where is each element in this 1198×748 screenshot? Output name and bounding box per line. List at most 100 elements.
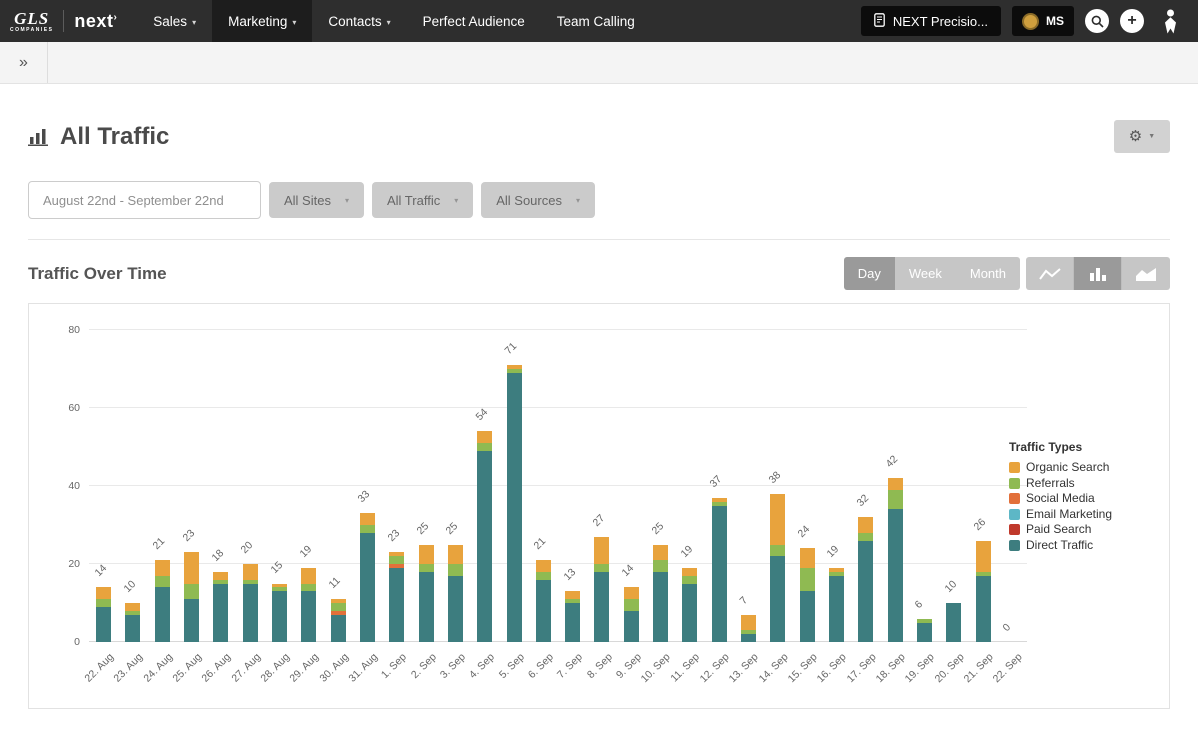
gls-companies-logo[interactable]: GLS COMPANIES (10, 10, 53, 33)
segment-direct-traffic (976, 576, 991, 642)
segment-organic-search (888, 478, 903, 490)
bar-2-sep[interactable] (419, 545, 434, 642)
bar-16-sep[interactable] (829, 568, 844, 642)
bar-29-aug[interactable] (301, 568, 316, 642)
nav-item-contacts[interactable]: Contacts▾ (312, 0, 406, 42)
nav-item-sales[interactable]: Sales▾ (137, 0, 212, 42)
next-logo[interactable]: next› (74, 11, 117, 32)
bar-10-sep[interactable] (653, 545, 668, 642)
segment-direct-traffic (477, 451, 492, 642)
settings-button[interactable]: ⚙ ▼ (1114, 120, 1170, 153)
bar-31-aug[interactable] (360, 513, 375, 642)
bar-27-aug[interactable] (243, 564, 258, 642)
account-button[interactable]: NEXT Precisio... (861, 6, 1001, 36)
legend-item-direct-traffic[interactable]: Direct Traffic (1009, 538, 1159, 554)
bar-slot: 1130. Aug (324, 330, 353, 642)
bar-28-aug[interactable] (272, 584, 287, 642)
bar-9-sep[interactable] (624, 587, 639, 642)
segment-direct-traffic (888, 509, 903, 642)
bar-24-aug[interactable] (155, 560, 170, 642)
bar-25-aug[interactable] (184, 552, 199, 642)
segment-organic-search (858, 517, 873, 533)
bar-19-sep[interactable] (917, 619, 932, 642)
rocketman-icon[interactable] (1159, 8, 1182, 35)
bar-23-aug[interactable] (125, 603, 140, 642)
bar-14-sep[interactable] (770, 494, 785, 642)
view-button-day[interactable]: Day (844, 257, 895, 290)
segment-direct-traffic (565, 603, 580, 642)
bar-6-sep[interactable] (536, 560, 551, 642)
y-axis-label: 60 (68, 402, 80, 414)
nav-item-marketing[interactable]: Marketing▾ (212, 0, 312, 42)
bar-18-sep[interactable] (888, 478, 903, 642)
legend-item-social-media[interactable]: Social Media (1009, 491, 1159, 507)
bar-slot: 1826. Aug (206, 330, 235, 642)
bar-21-sep[interactable] (976, 541, 991, 642)
bar-11-sep[interactable] (682, 568, 697, 642)
x-axis-label: 2. Sep (409, 651, 439, 681)
bar-slot: 1916. Sep (822, 330, 851, 642)
legend-item-email-marketing[interactable]: Email Marketing (1009, 507, 1159, 523)
filter-dropdown-all-sites[interactable]: All Sites▾ (269, 182, 364, 218)
bar-17-sep[interactable] (858, 517, 873, 642)
secondary-toolbar: » (0, 42, 1198, 84)
view-button-week[interactable]: Week (895, 257, 956, 290)
nav-right: NEXT Precisio... MS + (861, 0, 1198, 42)
nav-menu: Sales▾Marketing▾Contacts▾Perfect Audienc… (137, 0, 651, 42)
user-badge[interactable]: MS (1012, 6, 1074, 36)
chart-controls: DayWeekMonth (844, 257, 1170, 290)
bar-total-label: 23 (385, 528, 402, 545)
chart-type-area-button[interactable] (1122, 257, 1170, 290)
segment-direct-traffic (448, 576, 463, 642)
bar-total-label: 25 (444, 520, 461, 537)
date-range-input[interactable] (28, 181, 261, 219)
segment-organic-search (536, 560, 551, 572)
bar-20-sep[interactable] (946, 603, 961, 642)
x-axis-label: 30. Aug (317, 651, 351, 685)
bar-slot: 1911. Sep (675, 330, 704, 642)
nav-item-team-calling[interactable]: Team Calling (541, 0, 651, 42)
bar-slot: 715. Sep (499, 330, 528, 642)
section-title: Traffic Over Time (28, 264, 167, 284)
sidebar-collapse-toggle[interactable]: » (0, 42, 48, 83)
gls-logo-text: GLS (10, 10, 53, 27)
bar-8-sep[interactable] (594, 537, 609, 642)
chevron-down-icon: ▾ (345, 196, 349, 205)
segment-organic-search (624, 587, 639, 599)
x-axis-label: 12. Sep (698, 651, 732, 685)
bar-3-sep[interactable] (448, 545, 463, 642)
x-axis-label: 19. Sep (903, 651, 937, 685)
account-button-label: NEXT Precisio... (893, 14, 988, 29)
chart-type-line-button[interactable] (1026, 257, 1074, 290)
bar-5-sep[interactable] (507, 365, 522, 642)
next-logo-text: next (74, 11, 113, 31)
legend-item-paid-search[interactable]: Paid Search (1009, 522, 1159, 538)
search-button[interactable] (1085, 9, 1109, 33)
view-button-month[interactable]: Month (956, 257, 1020, 290)
segment-organic-search (682, 568, 697, 576)
chart-type-column-button[interactable] (1074, 257, 1122, 290)
segment-referrals (155, 576, 170, 588)
bar-30-aug[interactable] (331, 599, 346, 642)
bar-7-sep[interactable] (565, 591, 580, 642)
bar-slot: 137. Sep (558, 330, 587, 642)
bar-22-aug[interactable] (96, 587, 111, 642)
segment-direct-traffic (653, 572, 668, 642)
bar-4-sep[interactable] (477, 431, 492, 642)
add-button[interactable]: + (1120, 9, 1144, 33)
legend-item-organic-search[interactable]: Organic Search (1009, 460, 1159, 476)
bar-total-label: 14 (92, 563, 109, 580)
bar-1-sep[interactable] (389, 552, 404, 642)
bar-15-sep[interactable] (800, 548, 815, 642)
x-axis-label: 22. Aug (82, 651, 116, 685)
bar-26-aug[interactable] (213, 572, 228, 642)
segment-direct-traffic (331, 615, 346, 642)
nav-item-perfect-audience[interactable]: Perfect Audience (407, 0, 541, 42)
filter-dropdown-all-sources[interactable]: All Sources▾ (481, 182, 595, 218)
bar-13-sep[interactable] (741, 615, 756, 642)
filter-dropdown-all-traffic[interactable]: All Traffic▾ (372, 182, 473, 218)
bar-12-sep[interactable] (712, 498, 727, 642)
legend-title: Traffic Types (1009, 440, 1159, 454)
segment-organic-search (565, 591, 580, 599)
legend-item-referrals[interactable]: Referrals (1009, 476, 1159, 492)
